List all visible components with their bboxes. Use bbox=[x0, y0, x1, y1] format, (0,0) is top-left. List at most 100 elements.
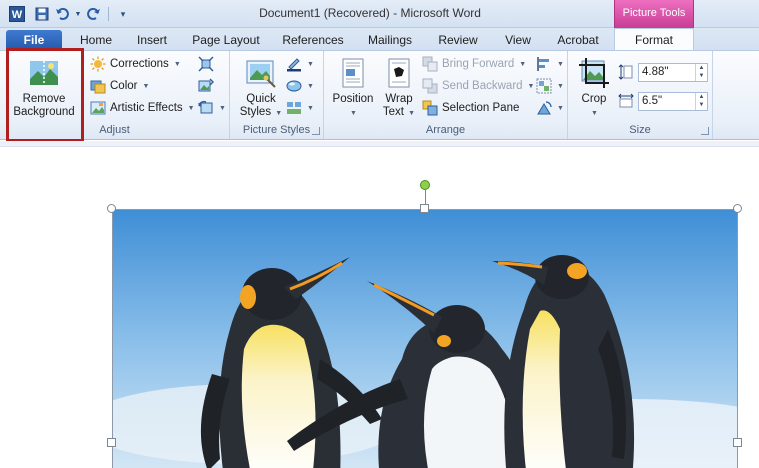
color-label: Color bbox=[110, 80, 138, 92]
wrap-text-icon bbox=[388, 58, 410, 88]
picture-effects-button[interactable]: ▼ bbox=[286, 76, 314, 96]
window-title: Document1 (Recovered) - Microsoft Word bbox=[259, 6, 481, 20]
picture-styles-dialog-launcher[interactable] bbox=[312, 127, 320, 135]
arrange-group-label: Arrange bbox=[425, 124, 466, 136]
crop-label: Crop bbox=[581, 93, 607, 105]
group-objects-button[interactable]: ▼ bbox=[536, 76, 564, 96]
remove-background-highlight bbox=[6, 48, 84, 142]
artistic-effects-label: Artistic Effects bbox=[110, 102, 183, 114]
chevron-down-icon: ▼ bbox=[307, 60, 314, 68]
shape-height-row: 4.88" ▲ ▼ bbox=[618, 61, 708, 83]
qat-separator bbox=[108, 7, 109, 21]
bring-forward-button[interactable]: Bring Forward ▼ bbox=[422, 54, 526, 74]
resize-handle-left[interactable] bbox=[107, 438, 116, 447]
picture-styles-group: Quick Styles ▼ ▼ ▼ ▼ Picture Styles bbox=[230, 51, 324, 139]
align-button[interactable]: ▼ bbox=[536, 54, 564, 74]
chevron-down-icon: ▼ bbox=[557, 104, 564, 112]
resize-handle-top[interactable] bbox=[420, 204, 429, 213]
picture-effects-icon bbox=[286, 80, 302, 92]
chevron-down-icon: ▼ bbox=[557, 60, 564, 68]
penguins-picture[interactable] bbox=[112, 209, 738, 468]
tab-file[interactable]: File bbox=[6, 30, 62, 50]
position-button[interactable]: Position ▼ bbox=[328, 57, 378, 120]
tab-view[interactable]: View bbox=[496, 30, 540, 50]
position-label: Position bbox=[332, 93, 374, 105]
position-icon bbox=[342, 58, 364, 88]
compress-pictures-icon bbox=[198, 56, 214, 72]
chevron-down-icon: ▼ bbox=[591, 110, 598, 117]
chevron-down-icon: ▼ bbox=[557, 82, 564, 90]
chevron-down-icon: ▼ bbox=[519, 60, 527, 68]
shape-width-row: 6.5" ▲ ▼ bbox=[618, 90, 708, 112]
chevron-down-icon: ▼ bbox=[408, 110, 416, 117]
selection-pane-icon bbox=[422, 100, 438, 116]
tab-insert[interactable]: Insert bbox=[128, 30, 176, 50]
tab-home[interactable]: Home bbox=[72, 30, 120, 50]
send-backward-button[interactable]: Send Backward ▼ bbox=[422, 76, 534, 96]
chevron-down-icon: ▼ bbox=[142, 82, 150, 90]
artistic-effects-button[interactable]: Artistic Effects ▼ bbox=[90, 98, 195, 118]
tab-review[interactable]: Review bbox=[430, 30, 486, 50]
customize-qat-icon[interactable]: ▾ bbox=[115, 6, 131, 22]
bring-forward-label: Bring Forward bbox=[442, 58, 515, 70]
resize-handle-right[interactable] bbox=[733, 438, 742, 447]
arrange-group: Position ▼ Wrap Text ▼ Bring Forward ▼ S… bbox=[324, 51, 568, 139]
redo-icon[interactable] bbox=[86, 6, 102, 22]
picture-styles-group-label: Picture Styles bbox=[242, 124, 311, 136]
chevron-down-icon: ▼ bbox=[187, 104, 195, 112]
word-app-icon[interactable]: W bbox=[9, 6, 25, 22]
document-canvas[interactable] bbox=[0, 141, 759, 468]
undo-icon[interactable] bbox=[54, 6, 70, 22]
undo-dropdown-icon[interactable]: ▼ bbox=[74, 6, 82, 22]
picture-layout-icon bbox=[287, 102, 301, 114]
picture-border-button[interactable]: ▼ bbox=[286, 54, 314, 74]
width-spinner[interactable]: ▲ ▼ bbox=[695, 92, 707, 110]
tab-references[interactable]: References bbox=[276, 30, 350, 50]
reset-picture-icon bbox=[198, 100, 213, 114]
wrap-text-label-2: Text bbox=[382, 106, 404, 118]
chevron-down-icon: ▼ bbox=[350, 110, 357, 117]
artistic-effects-icon bbox=[90, 101, 106, 115]
align-icon bbox=[537, 57, 549, 71]
chevron-down-icon: ▼ bbox=[173, 60, 181, 68]
quick-styles-icon bbox=[246, 60, 276, 88]
tab-page-layout[interactable]: Page Layout bbox=[186, 30, 266, 50]
resize-handle-top-left[interactable] bbox=[107, 204, 116, 213]
color-icon bbox=[90, 80, 106, 94]
shape-height-value: 4.88" bbox=[642, 65, 669, 78]
quick-styles-label-1: Quick bbox=[246, 93, 276, 105]
size-dialog-launcher[interactable] bbox=[701, 127, 709, 135]
rotate-icon bbox=[537, 101, 552, 115]
shape-height-input[interactable]: 4.88" ▲ ▼ bbox=[638, 62, 708, 82]
crop-button[interactable]: Crop ▼ bbox=[572, 57, 616, 120]
compress-pictures-button[interactable] bbox=[198, 54, 214, 74]
corrections-label: Corrections bbox=[110, 58, 169, 70]
chevron-down-icon: ▼ bbox=[307, 82, 314, 90]
reset-picture-button[interactable]: ▼ bbox=[198, 98, 226, 118]
picture-layout-button[interactable]: ▼ bbox=[286, 98, 314, 118]
ruler bbox=[0, 141, 759, 147]
tab-acrobat[interactable]: Acrobat bbox=[548, 30, 608, 50]
color-button[interactable]: Color ▼ bbox=[90, 76, 149, 96]
corrections-button[interactable]: Corrections ▼ bbox=[90, 54, 181, 74]
height-spinner[interactable]: ▲ ▼ bbox=[695, 63, 707, 81]
wrap-text-button[interactable]: Wrap Text ▼ bbox=[376, 57, 422, 120]
selection-pane-button[interactable]: Selection Pane bbox=[422, 98, 519, 118]
rotate-handle[interactable] bbox=[420, 180, 430, 190]
send-backward-label: Send Backward bbox=[442, 80, 523, 92]
picture-border-icon bbox=[287, 58, 301, 72]
tab-mailings[interactable]: Mailings bbox=[360, 30, 420, 50]
save-icon[interactable] bbox=[34, 6, 50, 22]
corrections-icon bbox=[90, 56, 106, 72]
change-picture-button[interactable] bbox=[198, 76, 214, 96]
chevron-down-icon: ▼ bbox=[527, 82, 535, 90]
chevron-down-icon: ▼ bbox=[219, 104, 226, 112]
resize-handle-top-right[interactable] bbox=[733, 204, 742, 213]
change-picture-icon bbox=[198, 78, 214, 92]
penguins-image bbox=[112, 209, 738, 468]
quick-styles-button[interactable]: Quick Styles ▼ bbox=[236, 57, 286, 120]
crop-icon bbox=[579, 58, 609, 88]
shape-width-input[interactable]: 6.5" ▲ ▼ bbox=[638, 91, 708, 111]
chevron-down-icon: ▼ bbox=[307, 104, 314, 112]
rotate-button[interactable]: ▼ bbox=[536, 98, 564, 118]
